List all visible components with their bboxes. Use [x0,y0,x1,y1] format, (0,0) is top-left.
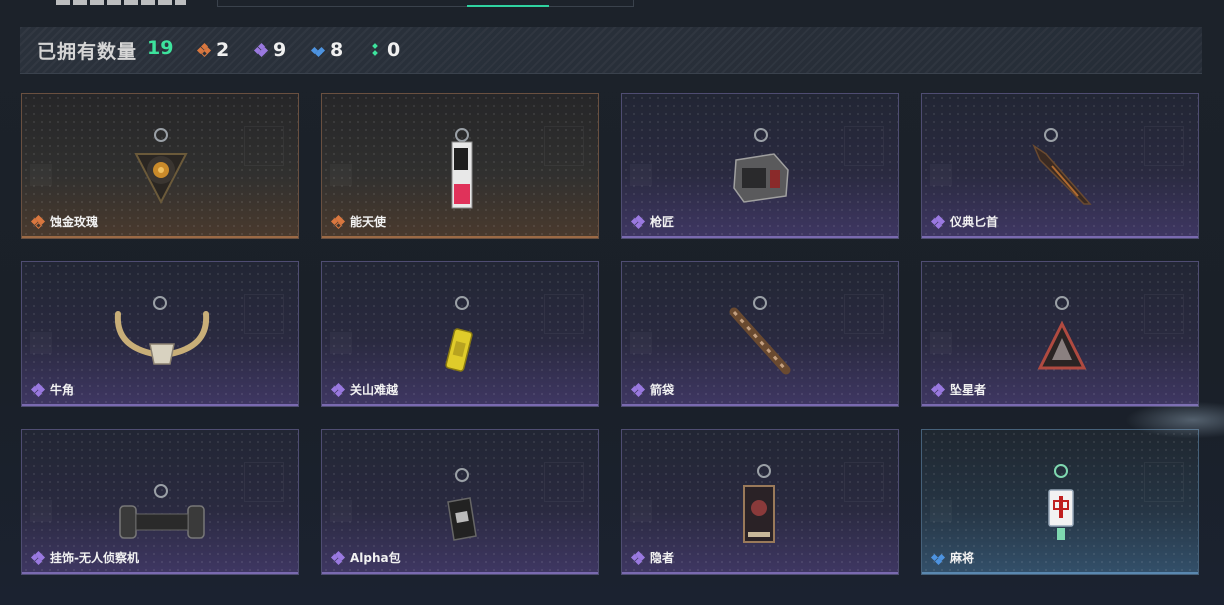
purple-rarity-icon [330,382,346,397]
charm-name: 坠星者 [930,381,986,398]
charm-card[interactable]: 能天使 [321,93,599,239]
card-charm-icon [451,141,473,209]
orange-rarity-count: 2 [196,37,229,63]
tab-bar[interactable] [217,0,634,7]
owned-total-count: 19 [147,37,174,59]
section-title-fragment [56,0,186,5]
charm-name: 蚀金玫瑰 [30,213,98,230]
dagger-charm-icon [1032,143,1092,205]
green-rarity-count: 0 [369,37,400,63]
active-tab-indicator [467,5,549,7]
ownership-summary-bar: 已拥有数量 19 2 9 8 0 [20,27,1202,74]
charm-card[interactable]: 蚀金玫瑰 [21,93,299,239]
charm-card[interactable]: 枪匠 [621,93,899,239]
blue-rarity-icon [310,44,326,58]
charm-name: 关山难越 [330,381,398,398]
charm-card[interactable]: 仪典匕首 [921,93,1199,239]
top-nav-strip [0,0,1224,10]
charm-name: 隐者 [630,549,674,566]
purple-rarity-icon [330,550,346,565]
drone-charm-icon [119,505,205,539]
pouch-charm-icon [447,497,477,541]
charm-card[interactable]: 坠星者 [921,261,1199,407]
charm-card[interactable]: 牛角 [21,261,299,407]
charm-name: 能天使 [330,213,386,230]
mahjong-tile-charm-icon [1048,489,1074,540]
purple-rarity-icon [30,382,46,397]
orange-rarity-icon [30,214,46,229]
purple-rarity-count: 9 [253,37,286,63]
charm-card[interactable]: Alpha包 [321,429,599,575]
charm-name: 麻将 [930,549,974,566]
owned-count-label: 已拥有数量 [37,41,138,63]
charm-name: 牛角 [30,381,74,398]
charm-card[interactable]: 关山难越 [321,261,599,407]
yellow-can-charm-icon [445,328,473,372]
charm-name: 枪匠 [630,213,674,230]
charm-name: 箭袋 [630,381,674,398]
bull-horn-charm-icon [114,311,210,365]
orange-rarity-icon [330,214,346,229]
purple-rarity-icon [630,550,646,565]
tarot-card-charm-icon [743,485,775,543]
charm-name: Alpha包 [330,549,401,566]
charm-card[interactable]: 挂饰-无人侦察机 [21,429,299,575]
triangle-badge-charm-icon [1038,320,1086,370]
blue-rarity-count: 8 [310,37,343,63]
charm-card[interactable]: 箭袋 [621,261,899,407]
orange-rarity-icon [196,42,212,58]
gun-case-charm-icon [733,153,789,203]
charm-name: 仪典匕首 [930,213,998,230]
blue-rarity-icon [930,552,946,565]
purple-rarity-icon [630,382,646,397]
purple-rarity-icon [930,382,946,397]
quiver-charm-icon [729,307,791,375]
charm-card[interactable]: 隐者 [621,429,899,575]
purple-rarity-icon [30,550,46,565]
charm-name: 挂饰-无人侦察机 [30,549,139,566]
decorative-lightning [1120,400,1224,440]
golden-rose-pendant-icon [134,153,188,205]
charm-card[interactable]: 麻将 [921,429,1199,575]
purple-rarity-icon [253,42,269,58]
purple-rarity-icon [930,214,946,229]
purple-rarity-icon [630,214,646,229]
charm-grid: 蚀金玫瑰 能天使 枪匠 仪典匕首 牛角 关山难越 箭袋 坠星者 挂饰-无人侦察机… [21,93,1202,576]
green-rarity-icon [369,43,381,56]
